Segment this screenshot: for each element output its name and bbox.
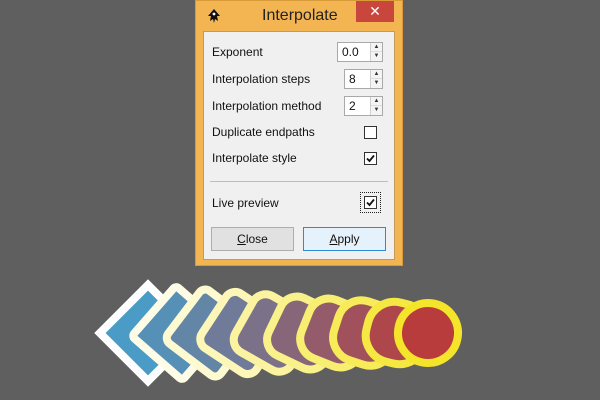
method-decrement-button[interactable]: ▼ [371,106,382,115]
steps-label: Interpolation steps [212,72,311,86]
steps-increment-button[interactable]: ▲ [371,70,382,79]
interpolate-style-checkbox[interactable] [364,152,377,165]
method-increment-button[interactable]: ▲ [371,97,382,106]
checkmark-icon [366,154,375,163]
inkscape-icon [208,9,220,23]
spin-down-icon: ▼ [373,80,380,86]
apply-label: pply [337,232,360,246]
spin-down-icon: ▼ [373,107,380,113]
live-preview-label: Live preview [212,196,279,210]
steps-value[interactable]: 8 [349,72,356,86]
method-spinbox[interactable]: 2 ▲ ▼ [344,96,383,116]
spin-up-icon: ▲ [373,44,380,50]
duplicate-endpaths-label: Duplicate endpaths [212,125,315,139]
interpolate-dialog: Interpolate ✕ Exponent 0.0 ▲ ▼ Interpola… [195,0,403,266]
exponent-spinbox[interactable]: 0.0 ▲ ▼ [337,42,383,62]
exponent-label: Exponent [212,45,263,59]
window-title: Interpolate [262,7,338,24]
checkmark-icon [366,198,375,207]
apply-button[interactable]: Apply [303,227,386,251]
steps-spinbox[interactable]: 8 ▲ ▼ [344,69,383,89]
interpolate-style-label: Interpolate style [212,151,297,165]
close-icon: ✕ [369,3,381,19]
dialog-body: Exponent 0.0 ▲ ▼ Interpolation steps 8 ▲… [203,31,395,260]
spin-up-icon: ▲ [373,71,380,77]
exponent-increment-button[interactable]: ▲ [371,43,382,52]
title-bar[interactable]: Interpolate ✕ [196,1,402,32]
close-mnemonic: C [237,232,246,246]
spin-down-icon: ▼ [373,53,380,59]
duplicate-endpaths-checkbox[interactable] [364,126,377,139]
method-label: Interpolation method [212,99,322,113]
close-label: lose [245,232,268,246]
close-button[interactable]: Close [211,227,294,251]
divider [210,181,388,182]
close-window-button[interactable]: ✕ [356,1,394,22]
steps-decrement-button[interactable]: ▼ [371,79,382,88]
exponent-decrement-button[interactable]: ▼ [371,52,382,61]
method-value[interactable]: 2 [349,99,356,113]
apply-mnemonic: A [329,232,338,246]
live-preview-checkbox[interactable] [364,196,377,209]
exponent-value[interactable]: 0.0 [342,45,359,59]
spin-up-icon: ▲ [373,98,380,104]
